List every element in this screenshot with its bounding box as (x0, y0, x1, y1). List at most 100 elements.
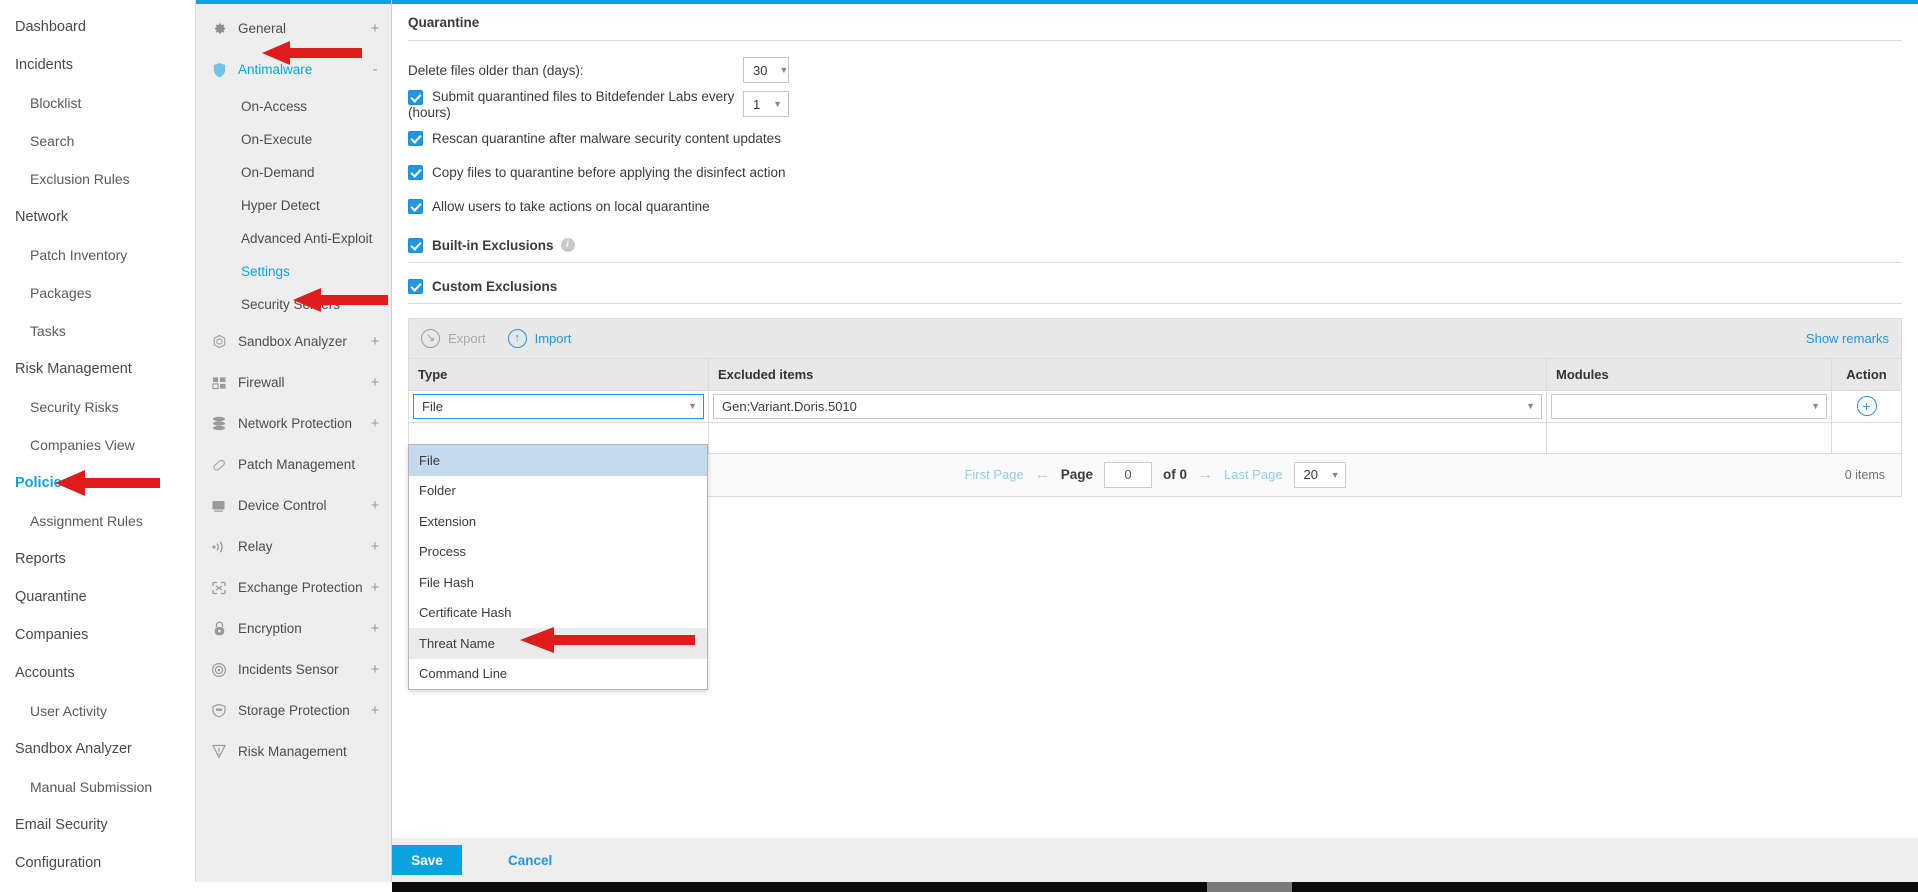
sidebar-item-sandbox-analyzer[interactable]: Sandbox Analyzer (0, 730, 195, 768)
rescan-quarantine-checkbox[interactable] (408, 131, 423, 147)
policy-item-exchange-protection[interactable]: Exchange Protection + (196, 567, 391, 608)
copy-files-checkbox[interactable] (408, 165, 423, 181)
sidebar-item-assignment-rules[interactable]: Assignment Rules (0, 502, 195, 540)
page-size-select[interactable]: 20 ▼ (1293, 461, 1346, 488)
dropdown-option-extension[interactable]: Extension (409, 506, 707, 537)
import-button[interactable]: ↑ Import (507, 328, 571, 348)
policy-subitem-settings[interactable]: Settings (196, 255, 391, 288)
policy-item-risk-management[interactable]: Risk Management (196, 731, 391, 772)
sidebar-item-search[interactable]: Search (0, 122, 195, 160)
sidebar-item-email-security[interactable]: Email Security (0, 806, 195, 844)
policy-item-label: Storage Protection (238, 703, 350, 718)
policy-item-encryption[interactable]: Encryption + (196, 608, 391, 649)
expand-icon[interactable]: + (369, 703, 381, 718)
policy-subitem-on-execute[interactable]: On-Execute (196, 123, 391, 156)
policy-subitem-on-access[interactable]: On-Access (196, 90, 391, 123)
expand-icon[interactable]: + (369, 334, 381, 349)
sidebar-item-packages[interactable]: Packages (0, 274, 195, 312)
sidebar-item-incidents[interactable]: Incidents (0, 46, 195, 84)
policy-item-patch-management[interactable]: Patch Management (196, 444, 391, 485)
nav-label: Exclusion Rules (30, 171, 130, 187)
submit-interval-select[interactable]: 1 ▼ (743, 91, 789, 118)
show-remarks-link[interactable]: Show remarks (1806, 331, 1889, 346)
option-label: Threat Name (419, 635, 495, 651)
expand-icon[interactable]: + (369, 375, 381, 390)
custom-exclusions-checkbox[interactable] (408, 278, 423, 294)
policy-item-device-control[interactable]: Device Control + (196, 485, 391, 526)
expand-icon[interactable]: + (369, 498, 381, 513)
type-dropdown-list[interactable]: File Folder Extension Process File Hash … (408, 444, 708, 690)
sidebar-item-manual-submission[interactable]: Manual Submission (0, 768, 195, 806)
rescan-quarantine-row: Rescan quarantine after malware security… (408, 124, 1902, 154)
sidebar-item-dashboard[interactable]: Dashboard (0, 8, 195, 46)
policy-item-antimalware[interactable]: Antimalware - (196, 49, 391, 90)
expand-icon[interactable]: + (369, 580, 381, 595)
expand-icon[interactable]: + (369, 662, 381, 677)
policy-item-sandbox-analyzer[interactable]: Sandbox Analyzer + (196, 321, 391, 362)
next-page-arrow-icon[interactable]: → (1198, 466, 1213, 483)
nav-label: Risk Management (15, 361, 132, 377)
bandage-icon (208, 456, 230, 474)
submit-quarantined-checkbox[interactable] (408, 89, 423, 105)
page-number-input[interactable] (1103, 461, 1152, 488)
previous-page-arrow-icon[interactable]: ← (1035, 466, 1050, 483)
policy-subitem-hyper-detect[interactable]: Hyper Detect (196, 189, 391, 222)
export-button[interactable]: ↘ Export (421, 328, 486, 348)
sidebar-item-exclusion-rules[interactable]: Exclusion Rules (0, 160, 195, 198)
add-circle-icon[interactable]: + (1856, 396, 1877, 417)
expand-icon[interactable]: + (369, 621, 381, 636)
info-icon[interactable]: i (560, 238, 575, 253)
sidebar-item-accounts[interactable]: Accounts (0, 654, 195, 692)
dropdown-option-process[interactable]: Process (409, 537, 707, 568)
dropdown-option-certificate-hash[interactable]: Certificate Hash (409, 598, 707, 629)
expand-icon[interactable]: + (369, 21, 381, 36)
dropdown-option-threat-name[interactable]: Threat Name (409, 628, 707, 659)
policy-subitem-security-servers[interactable]: Security Servers (196, 288, 391, 321)
sidebar-item-tasks[interactable]: Tasks (0, 312, 195, 350)
dropdown-option-file-hash[interactable]: File Hash (409, 567, 707, 598)
sidebar-item-configuration[interactable]: Configuration (0, 844, 195, 882)
copy-files-label: Copy files to quarantine before applying… (432, 165, 786, 181)
save-button[interactable]: Save (392, 845, 462, 875)
firewall-icon (208, 374, 230, 392)
delete-files-older-row: Delete files older than (days): 30 ▼ (408, 55, 1902, 85)
collapse-icon[interactable]: - (369, 62, 381, 77)
sidebar-item-network[interactable]: Network (0, 198, 195, 236)
sidebar-item-companies[interactable]: Companies (0, 616, 195, 654)
dropdown-option-file[interactable]: File (409, 445, 707, 476)
excluded-items-select[interactable]: Gen:Variant.Doris.5010 ▼ (713, 393, 1542, 419)
policy-item-relay[interactable]: Relay + (196, 526, 391, 567)
sidebar-item-companies-view[interactable]: Companies View (0, 426, 195, 464)
expand-icon[interactable]: + (369, 539, 381, 554)
dropdown-option-folder[interactable]: Folder (409, 476, 707, 507)
exclusions-toolbar: ↘ Export ↑ Import Show remarks (408, 317, 1902, 358)
policy-item-firewall[interactable]: Firewall + (196, 362, 391, 403)
chevron-down-icon: ▼ (1330, 469, 1340, 480)
policy-subitem-on-demand[interactable]: On-Demand (196, 156, 391, 189)
dropdown-option-command-line[interactable]: Command Line (409, 659, 707, 690)
type-select[interactable]: File ▼ (413, 393, 704, 419)
sidebar-item-security-risks[interactable]: Security Risks (0, 388, 195, 426)
policy-item-storage-protection[interactable]: Storage Protection + (196, 690, 391, 731)
policy-subitem-advanced-anti-exploit[interactable]: Advanced Anti-Exploit (196, 222, 391, 255)
sidebar-item-risk-management[interactable]: Risk Management (0, 350, 195, 388)
sidebar-item-blocklist[interactable]: Blocklist (0, 84, 195, 122)
sidebar-item-user-activity[interactable]: User Activity (0, 692, 195, 730)
sidebar-item-policies[interactable]: Policies (0, 464, 195, 502)
last-page-link[interactable]: Last Page (1224, 467, 1283, 482)
sidebar-item-patch-inventory[interactable]: Patch Inventory (0, 236, 195, 274)
allow-users-checkbox[interactable] (408, 199, 423, 215)
delete-files-older-select[interactable]: 30 ▼ (743, 57, 789, 83)
policy-item-incidents-sensor[interactable]: Incidents Sensor + (196, 649, 391, 690)
policy-item-network-protection[interactable]: Network Protection + (196, 403, 391, 444)
first-page-link[interactable]: First Page (964, 467, 1023, 482)
modules-select[interactable]: ▼ (1551, 393, 1827, 419)
quarantine-options: Delete files older than (days): 30 ▼ Sub… (408, 41, 1902, 222)
delete-files-older-label: Delete files older than (days): (408, 62, 584, 78)
builtin-exclusions-checkbox[interactable] (408, 237, 423, 253)
sidebar-item-reports[interactable]: Reports (0, 540, 195, 578)
policy-item-general[interactable]: General + (196, 8, 391, 49)
sidebar-item-quarantine[interactable]: Quarantine (0, 578, 195, 616)
expand-icon[interactable]: + (369, 416, 381, 431)
cancel-button[interactable]: Cancel (502, 852, 558, 869)
